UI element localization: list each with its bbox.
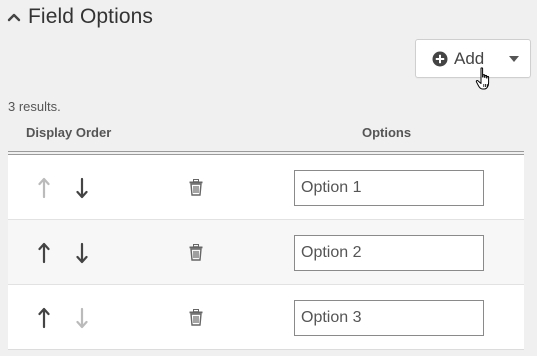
column-header-display-order: Display Order: [26, 125, 112, 140]
section-title: Field Options: [28, 5, 154, 28]
arrow-down-icon[interactable]: [76, 307, 88, 329]
arrow-down-icon[interactable]: [76, 242, 88, 264]
options-table-body: [8, 155, 524, 350]
arrow-up-icon[interactable]: [38, 307, 50, 329]
table-row: [8, 155, 524, 220]
arrow-up-icon[interactable]: [38, 177, 50, 199]
trash-icon[interactable]: [189, 309, 203, 326]
column-header-options: Options: [362, 125, 412, 140]
add-split-button[interactable]: Add: [415, 39, 531, 78]
plus-circle-icon: [432, 51, 448, 67]
trash-icon[interactable]: [189, 244, 203, 261]
caret-down-icon: [508, 50, 520, 68]
section-header[interactable]: Field Options: [6, 5, 153, 29]
trash-icon[interactable]: [189, 179, 203, 196]
table-row: [8, 285, 524, 350]
table-row: [8, 220, 524, 285]
add-button[interactable]: Add: [416, 40, 498, 77]
field-options-panel: Field Options Add 3 results. Display Ord…: [0, 0, 537, 356]
chevron-up-icon[interactable]: [6, 9, 22, 25]
results-count: 3 results.: [8, 99, 61, 114]
add-dropdown-toggle[interactable]: [498, 40, 530, 77]
arrow-up-icon[interactable]: [38, 242, 50, 264]
option-input[interactable]: [294, 170, 484, 206]
option-input[interactable]: [294, 235, 484, 271]
add-button-label: Add: [454, 48, 485, 68]
option-input[interactable]: [294, 300, 484, 336]
arrow-down-icon[interactable]: [76, 177, 88, 199]
